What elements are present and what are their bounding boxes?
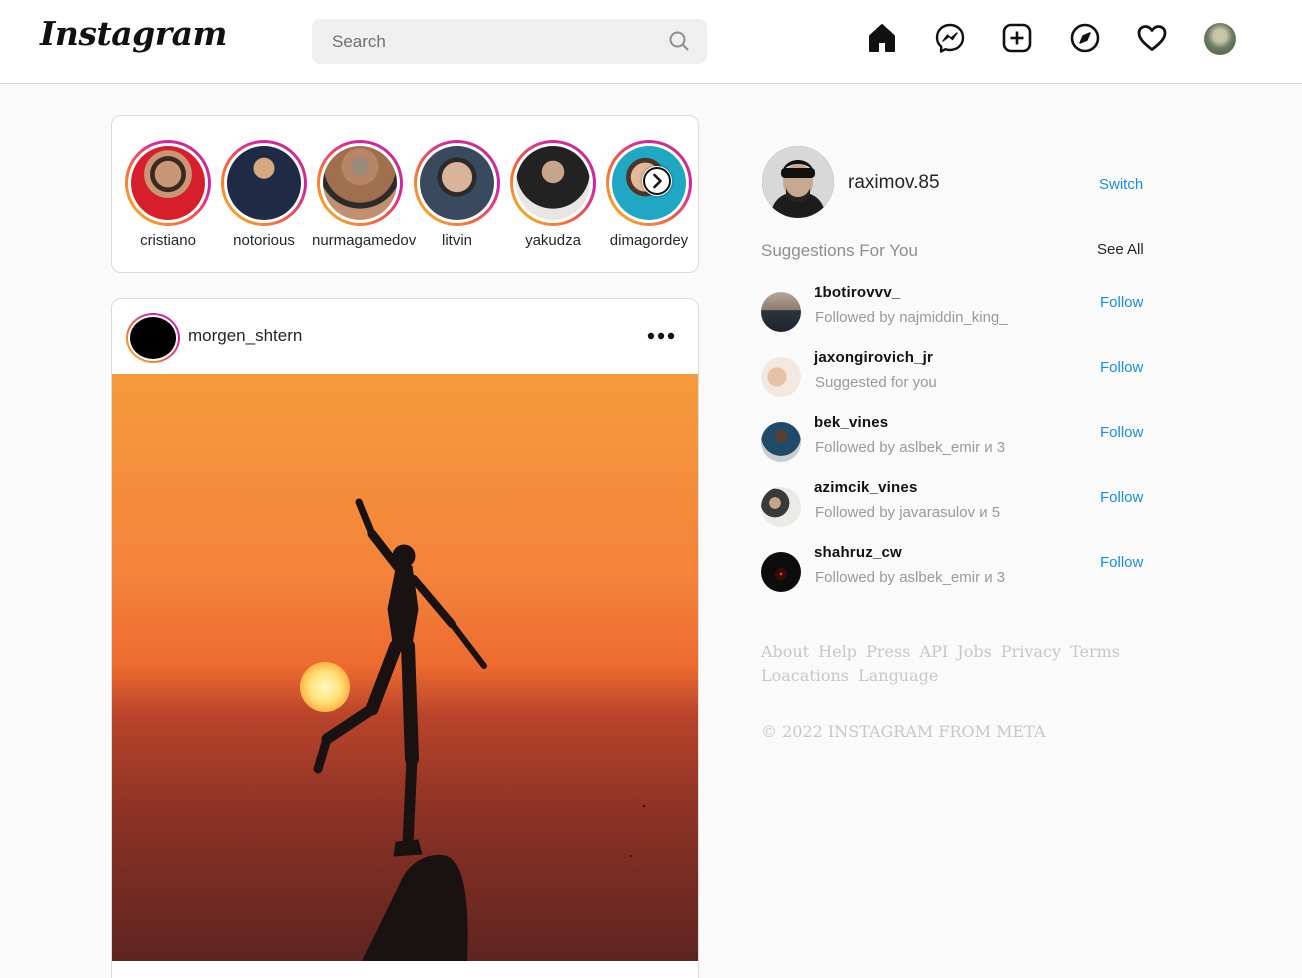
story-item[interactable]: litvin	[409, 140, 505, 249]
suggestion-username[interactable]: shahruz_cw	[814, 544, 902, 561]
story-avatar	[227, 146, 301, 220]
story-username: cristiano	[140, 232, 196, 249]
suggestion-username[interactable]: bek_vines	[814, 414, 888, 431]
story-item[interactable]: notorious	[216, 140, 312, 249]
story-username: dimagordey	[609, 232, 689, 249]
copyright-text: © 2022 INSTAGRAM FROM META	[761, 722, 1046, 741]
story-ring	[317, 140, 403, 226]
follow-button[interactable]: Follow	[1100, 424, 1143, 441]
suggestion-subtitle: Suggested for you	[815, 374, 937, 391]
story-item[interactable]: yakudza	[505, 140, 601, 249]
footer-link-language[interactable]: Language	[858, 666, 938, 685]
footer-link-jobs[interactable]: Jobs	[957, 642, 992, 661]
stories-next-button[interactable]	[642, 166, 672, 196]
story-ring	[510, 140, 596, 226]
follow-button[interactable]: Follow	[1100, 359, 1143, 376]
footer-link-about[interactable]: About	[761, 642, 809, 661]
profile-avatar-nav[interactable]	[1204, 23, 1236, 55]
post-username[interactable]: morgen_shtern	[188, 326, 302, 346]
follow-button[interactable]: Follow	[1100, 294, 1143, 311]
more-options-icon[interactable]	[646, 323, 676, 349]
suggestion-username[interactable]: 1botirovvv_	[814, 284, 900, 301]
story-username: notorious	[233, 232, 295, 249]
suggestion-username[interactable]: azimcik_vines	[814, 479, 918, 496]
footer-link-locations[interactable]: Loacations	[761, 666, 849, 685]
story-ring	[221, 140, 307, 226]
follow-button[interactable]: Follow	[1100, 554, 1143, 571]
suggestion-item: shahruz_cw Followed by aslbek_emir и 3 F…	[761, 544, 1145, 594]
suggestion-username[interactable]: jaxongirovich_jr	[814, 349, 933, 366]
see-all-link[interactable]: See All	[1097, 241, 1144, 258]
post-header: morgen_shtern	[112, 299, 698, 374]
post-avatar-ring[interactable]	[126, 313, 180, 363]
new-post-icon[interactable]	[1001, 22, 1033, 54]
activity-heart-icon[interactable]	[1136, 22, 1168, 54]
home-icon[interactable]	[866, 22, 898, 54]
suggestion-avatar[interactable]	[761, 357, 801, 397]
post-image[interactable]	[112, 374, 698, 961]
chevron-right-icon	[643, 167, 671, 195]
explore-compass-icon[interactable]	[1069, 22, 1101, 54]
suggestion-subtitle: Followed by aslbek_emir и 3	[815, 439, 1006, 456]
suggestion-avatar[interactable]	[761, 487, 801, 527]
footer-link-privacy[interactable]: Privacy	[1001, 642, 1061, 661]
suggestion-subtitle: Followed by javarasulov и 5	[815, 504, 1001, 521]
profile-avatar[interactable]	[762, 146, 834, 218]
story-avatar	[323, 146, 397, 220]
footer-link-press[interactable]: Press	[866, 642, 910, 661]
switch-account-link[interactable]: Switch	[1099, 176, 1143, 193]
suggestion-avatar[interactable]	[761, 552, 801, 592]
suggestion-subtitle: Followed by aslbek_emir и 3	[815, 569, 1006, 586]
footer-link-terms[interactable]: Terms	[1070, 642, 1120, 661]
instagram-logo[interactable]: Instagram	[40, 14, 227, 53]
story-ring	[414, 140, 500, 226]
messenger-icon[interactable]	[934, 22, 966, 54]
story-avatar	[131, 146, 205, 220]
search-bar	[312, 19, 707, 64]
suggestion-item: jaxongirovich_jr Suggested for you Follo…	[761, 349, 1145, 399]
profile-username[interactable]: raximov.85	[848, 172, 940, 194]
story-avatar	[516, 146, 590, 220]
profile-photo	[762, 146, 834, 218]
post-avatar	[128, 315, 178, 361]
suggestion-avatar[interactable]	[761, 422, 801, 462]
search-icon[interactable]	[667, 29, 691, 53]
story-ring	[125, 140, 211, 226]
follow-button[interactable]: Follow	[1100, 489, 1143, 506]
story-avatar	[420, 146, 494, 220]
sunset-silhouette-image	[112, 374, 698, 961]
footer-link-api[interactable]: API	[920, 642, 949, 661]
suggestion-avatar[interactable]	[761, 292, 801, 332]
suggestion-item: bek_vines Followed by aslbek_emir и 3 Fo…	[761, 414, 1145, 464]
feed-post: morgen_shtern	[111, 298, 699, 978]
story-username: nurmagamedov	[312, 232, 417, 249]
suggestions-heading: Suggestions For You	[761, 241, 918, 260]
suggestion-subtitle: Followed by najmiddin_king_	[815, 309, 1008, 326]
suggestion-item: azimcik_vines Followed by javarasulov и …	[761, 479, 1145, 529]
stories-tray: cristiano notorious nurmagamedov litvin …	[111, 115, 699, 273]
suggestion-item: 1botirovvv_ Followed by najmiddin_king_ …	[761, 284, 1145, 334]
story-item[interactable]: cristiano	[120, 140, 216, 249]
search-input[interactable]	[312, 19, 662, 64]
footer-links: About Help Press API Jobs Privacy Terms …	[761, 640, 1151, 688]
top-navbar: Instagram	[0, 0, 1302, 84]
footer-link-help[interactable]: Help	[818, 642, 857, 661]
story-item[interactable]: nurmagamedov	[312, 140, 417, 249]
story-username: yakudza	[525, 232, 581, 249]
story-username: litvin	[441, 232, 472, 249]
